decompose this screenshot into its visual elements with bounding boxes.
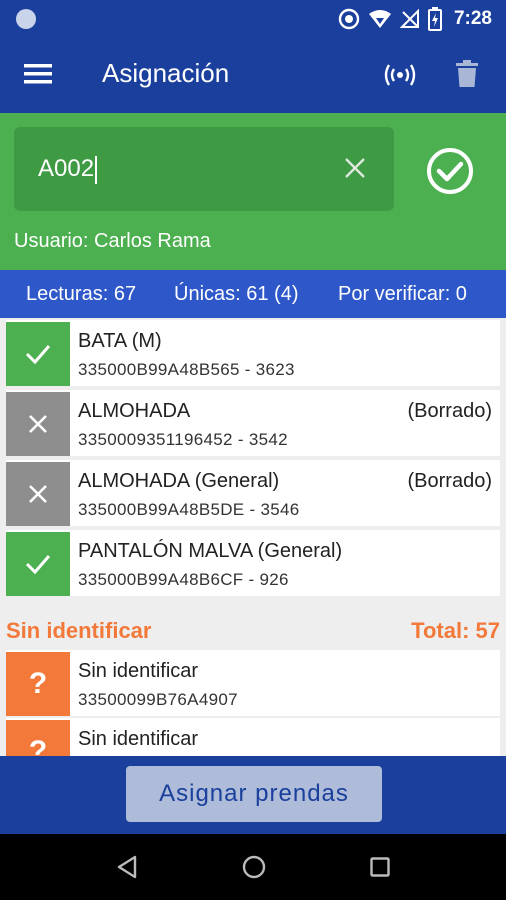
section-title: Sin identificar bbox=[6, 618, 152, 643]
item-name: Sin identificar bbox=[78, 660, 199, 682]
notification-icon bbox=[16, 9, 36, 29]
recent-apps-icon[interactable] bbox=[370, 857, 390, 877]
status-badge-ok bbox=[6, 532, 70, 596]
confirm-check-icon[interactable] bbox=[426, 147, 474, 195]
clear-icon[interactable] bbox=[344, 157, 366, 179]
unique-count: Únicas: 61 (4) bbox=[174, 283, 299, 305]
status-badge-unknown: ? bbox=[6, 652, 70, 716]
readings-count: Lecturas: 67 bbox=[26, 283, 137, 305]
list-item[interactable]: ALMOHADA (General) (Borrado) 335000B99A4… bbox=[6, 460, 500, 526]
status-badge-deleted bbox=[6, 462, 70, 526]
section-total: Total: 57 bbox=[411, 618, 500, 643]
item-name: PANTALÓN MALVA (General) bbox=[78, 540, 343, 562]
back-icon[interactable] bbox=[116, 855, 138, 879]
system-nav-bar bbox=[0, 834, 506, 900]
item-code: 335000B99A48B5DE - 3546 bbox=[78, 500, 300, 519]
status-bar: 7:28 bbox=[0, 0, 506, 38]
menu-icon[interactable] bbox=[24, 62, 54, 86]
unidentified-section-header: Sin identificar Total: 57 bbox=[6, 614, 500, 650]
status-icons: 7:28 bbox=[338, 6, 492, 32]
assign-garments-button[interactable]: Asignar prendas bbox=[126, 766, 382, 822]
trash-icon[interactable] bbox=[456, 60, 478, 88]
list-item[interactable]: ? Sin identificar bbox=[6, 718, 500, 756]
list-item[interactable]: ALMOHADA (Borrado) 3350009351196452 - 35… bbox=[6, 390, 500, 456]
item-code: 33500099B76A4907 bbox=[78, 690, 238, 709]
data-saver-icon bbox=[338, 8, 360, 30]
item-code: 335000B99A48B565 - 3623 bbox=[78, 360, 295, 379]
user-label: Usuario: Carlos Rama bbox=[14, 230, 211, 252]
page-title: Asignación bbox=[102, 58, 230, 88]
check-icon bbox=[25, 345, 51, 365]
item-deleted-flag: (Borrado) bbox=[407, 400, 492, 422]
cross-icon bbox=[29, 485, 47, 503]
list-item[interactable]: PANTALÓN MALVA (General) 335000B99A48B6C… bbox=[6, 530, 500, 596]
check-icon bbox=[25, 555, 51, 575]
wifi-icon bbox=[368, 10, 391, 28]
garment-list[interactable]: BATA (M) 335000B99A48B565 - 3623 ALMOHAD… bbox=[0, 318, 506, 756]
status-time: 7:28 bbox=[453, 8, 492, 29]
home-icon[interactable] bbox=[242, 855, 266, 879]
status-badge-deleted bbox=[6, 392, 70, 456]
rfid-signal-icon[interactable] bbox=[384, 62, 416, 88]
item-deleted-flag: (Borrado) bbox=[407, 470, 492, 492]
list-item[interactable]: BATA (M) 335000B99A48B565 - 3623 bbox=[6, 320, 500, 386]
no-signal-icon bbox=[399, 9, 419, 28]
app-bar: Asignación bbox=[0, 38, 506, 113]
item-name: ALMOHADA bbox=[78, 400, 191, 422]
search-panel: A002 Usuario: Carlos Rama bbox=[0, 113, 506, 270]
search-box: A002 bbox=[14, 127, 394, 211]
pending-count: Por verificar: 0 bbox=[338, 283, 467, 305]
status-badge-ok bbox=[6, 322, 70, 386]
item-code: 3350009351196452 - 3542 bbox=[78, 430, 288, 449]
search-value: A002 bbox=[38, 155, 95, 182]
item-name: ALMOHADA (General) bbox=[78, 470, 280, 492]
stats-bar: Lecturas: 67 Únicas: 61 (4) Por verifica… bbox=[0, 270, 506, 318]
text-caret bbox=[95, 155, 98, 184]
bottom-action-bar: Asignar prendas bbox=[0, 756, 506, 834]
item-name: BATA (M) bbox=[78, 330, 162, 352]
battery-charging-icon bbox=[427, 7, 442, 31]
question-icon: ? bbox=[28, 735, 48, 756]
cross-icon bbox=[29, 415, 47, 433]
status-badge-unknown: ? bbox=[6, 720, 70, 756]
list-item[interactable]: ? Sin identificar 33500099B76A4907 bbox=[6, 650, 500, 716]
item-code: 335000B99A48B6CF - 926 bbox=[78, 570, 289, 589]
search-input[interactable]: A002 bbox=[38, 155, 98, 184]
item-name: Sin identificar bbox=[78, 728, 199, 750]
question-icon: ? bbox=[28, 667, 48, 700]
